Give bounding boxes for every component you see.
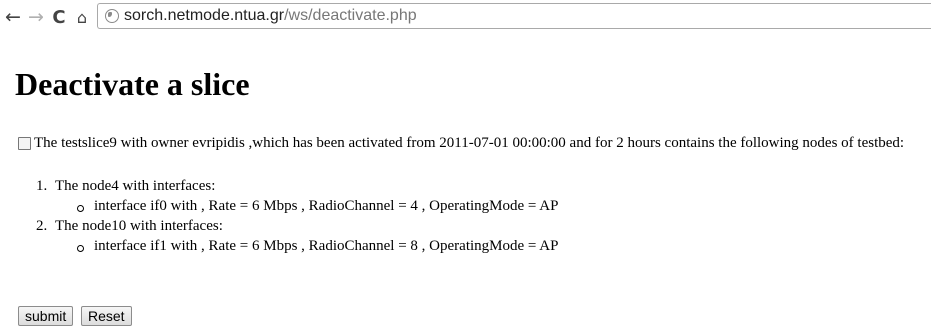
circle-bullet-icon bbox=[77, 205, 84, 212]
reload-icon[interactable]: C bbox=[48, 6, 70, 28]
home-icon[interactable]: ⌂ bbox=[71, 6, 93, 28]
forward-arrow-icon[interactable]: → bbox=[25, 6, 47, 28]
slice-description: The testslice9 with owner evripidis ,whi… bbox=[34, 135, 905, 151]
url-host: sorch.netmode.ntua.gr bbox=[124, 7, 285, 24]
address-bar[interactable]: sorch.netmode.ntua.gr/ws/deactivate.php bbox=[97, 3, 931, 29]
interface-label: interface if0 with , Rate = 6 Mbps , Rad… bbox=[94, 198, 559, 214]
submit-button[interactable]: submit bbox=[18, 306, 74, 326]
slice-row: The testslice9 with owner evripidis ,whi… bbox=[18, 135, 904, 152]
page-title: Deactivate a slice bbox=[15, 66, 250, 102]
back-arrow-icon[interactable]: ← bbox=[2, 6, 24, 28]
list-number: 2. bbox=[36, 218, 48, 234]
node-label: The node4 with interfaces: bbox=[55, 178, 216, 194]
interface-label: interface if1 with , Rate = 6 Mbps , Rad… bbox=[94, 238, 559, 254]
browser-toolbar: ← → C ⌂ sorch.netmode.ntua.gr/ws/deactiv… bbox=[0, 0, 931, 34]
globe-icon bbox=[105, 9, 119, 23]
list-number: 1. bbox=[36, 178, 48, 194]
slice-checkbox[interactable] bbox=[18, 137, 31, 150]
node-label: The node10 with interfaces: bbox=[55, 218, 223, 234]
reset-button[interactable]: Reset bbox=[81, 306, 132, 326]
circle-bullet-icon bbox=[77, 245, 84, 252]
url-path: /ws/deactivate.php bbox=[284, 7, 417, 24]
